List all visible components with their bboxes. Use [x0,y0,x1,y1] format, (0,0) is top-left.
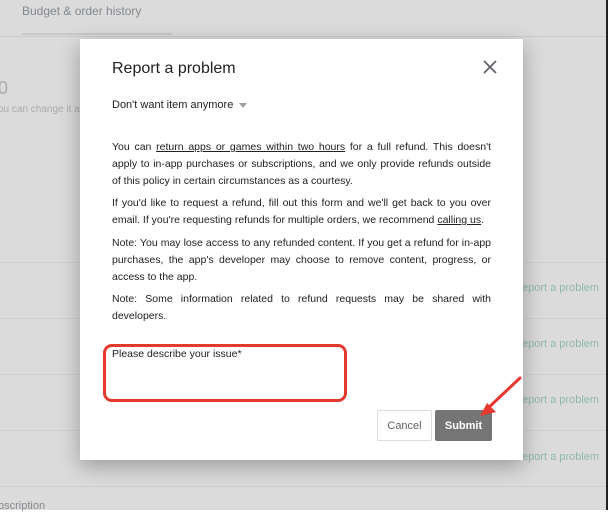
issue-field: Please describe your issue* [110,345,352,405]
refund-access-note: Note: You may lose access to any refunde… [112,236,491,283]
submit-button[interactable]: Submit [435,410,492,441]
calling-us-link[interactable]: calling us [437,214,481,226]
report-problem-dialog: Report a problem Don't want item anymore… [80,39,523,460]
chevron-down-icon [239,102,248,108]
dialog-title: Report a problem [112,60,236,77]
cancel-button[interactable]: Cancel [377,410,432,441]
issue-description-input[interactable] [110,363,352,405]
close-icon[interactable] [479,56,501,78]
developer-sharing-note: Note: Some information related to refund… [112,293,491,323]
refund-policy-paragraph: You can return apps or games within two … [112,141,492,187]
return-apps-link[interactable]: return apps or games within two hours [156,141,345,153]
dialog-body: You can return apps or games within two … [112,139,491,331]
reason-dropdown-value: Don't want item anymore [112,99,234,111]
reason-dropdown[interactable]: Don't want item anymore [112,99,248,111]
refund-request-paragraph: If you'd like to request a refund, fill … [112,197,491,227]
issue-field-label: Please describe your issue* [112,348,242,360]
